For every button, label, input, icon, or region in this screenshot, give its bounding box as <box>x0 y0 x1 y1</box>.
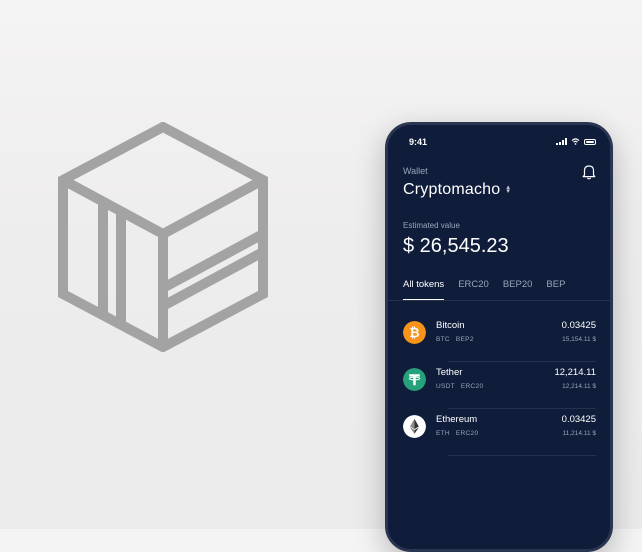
tether-icon <box>403 368 426 391</box>
token-amount: 0.03425 <box>561 320 596 331</box>
token-meta: ETH ERC20 <box>436 430 478 437</box>
wallet-name: Cryptomacho <box>403 181 501 198</box>
token-amount: 0.03425 <box>561 414 596 425</box>
phone-mockup: 9:41 Wallet Cryptomacho ▴ ▾ Estimated valu… <box>385 122 613 552</box>
row-divider <box>448 455 596 456</box>
notification-bell-icon[interactable] <box>582 164 596 180</box>
token-tabs: All tokens ERC20 BEP20 BEP <box>403 279 610 300</box>
wallet-selector[interactable]: Cryptomacho ▴ ▾ <box>403 181 510 199</box>
brand-logo-icon <box>58 122 268 352</box>
bitcoin-icon: ₿ <box>403 321 426 344</box>
tab-bep[interactable]: BEP <box>546 279 565 300</box>
token-symbol: USDT <box>436 383 455 390</box>
battery-icon <box>584 138 596 145</box>
wallet-switch-chevron-icon: ▴ ▾ <box>506 183 511 195</box>
tab-all-tokens[interactable]: All tokens <box>403 279 445 300</box>
token-fiat-value: 15,154.11 $ <box>562 336 596 343</box>
svg-text:₿: ₿ <box>409 325 419 340</box>
tab-bep20[interactable]: BEP20 <box>503 279 533 300</box>
estimated-value-label: Estimated value <box>403 221 460 230</box>
token-name: Tether <box>436 367 463 378</box>
token-row-ethereum[interactable]: Ethereum ETH ERC20 0.03425 11,214.11 $ <box>403 409 596 456</box>
wallet-screen: 9:41 Wallet Cryptomacho ▴ ▾ Estimated valu… <box>388 125 610 549</box>
estimated-value: $ 26,545.23 <box>403 235 509 257</box>
wifi-icon <box>571 138 580 145</box>
token-symbol: BTC <box>436 336 450 343</box>
token-meta: USDT ERC20 <box>436 383 483 390</box>
token-name: Ethereum <box>436 414 478 425</box>
token-network: BEP2 <box>455 336 474 343</box>
token-network: ERC20 <box>460 383 484 390</box>
status-time: 9:41 <box>409 137 428 147</box>
wallet-label: Wallet <box>403 166 428 176</box>
token-amount: 12,214.11 <box>554 367 596 378</box>
token-network: ERC20 <box>455 430 479 437</box>
token-fiat-value: 12,214.11 $ <box>562 383 596 390</box>
token-row-tether[interactable]: Tether USDT ERC20 12,214.11 12,214.11 $ <box>403 362 596 409</box>
tabs-divider <box>388 300 610 301</box>
token-fiat-value: 11,214.11 $ <box>562 430 596 437</box>
ethereum-icon <box>403 415 426 438</box>
signal-icon <box>556 138 567 145</box>
token-meta: BTC BEP2 <box>436 336 474 343</box>
token-row-bitcoin[interactable]: ₿ Bitcoin BTC BEP2 0.03425 15,154.11 $ <box>403 315 596 362</box>
status-icons <box>556 138 596 145</box>
token-symbol: ETH <box>436 430 450 437</box>
token-name: Bitcoin <box>436 320 465 331</box>
tab-erc20[interactable]: ERC20 <box>458 279 489 300</box>
